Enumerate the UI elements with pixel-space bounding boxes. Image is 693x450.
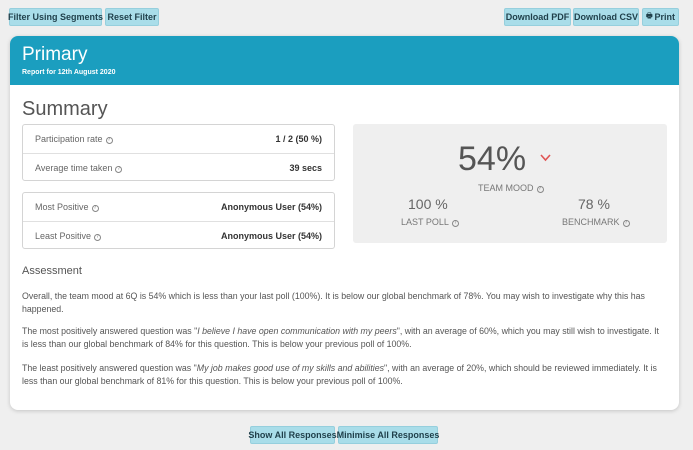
show-all-responses-button[interactable]: Show All Responses [248,426,337,444]
least-positive-label: Least Positive [35,231,92,241]
assessment-title: Assessment [22,265,82,277]
participation-label: Participation rate [35,134,103,144]
report-card: Primary Report for 12th August 2020 Summ… [10,36,679,410]
info-icon[interactable]: ? [536,186,544,193]
assessment-paragraph: The least positively answered question w… [22,363,657,386]
team-mood-panel: 54% TEAM MOOD? 100 % LAST POLL? 78 % BEN… [353,124,667,243]
info-icon[interactable]: ? [105,137,113,144]
print-button[interactable]: 🖶 Print [642,8,679,26]
team-mood-label-wrap: TEAM MOOD? [478,183,544,193]
print-label: Print [654,12,676,22]
participation-value: 1 / 2 (50 %) [275,134,322,144]
least-positive-value: Anonymous User (54%) [220,231,322,241]
filter-using-segments-button[interactable]: Filter Using Segments [8,8,103,26]
minimise-all-responses-button[interactable]: Minimise All Responses [337,426,439,444]
avg-time-value: 39 secs [289,163,322,173]
report-subtitle: Report for 12th August 2020 [22,69,116,76]
print-icon: 🖶 [645,12,653,20]
download-csv-button[interactable]: Download CSV [573,8,639,26]
most-positive-value: Anonymous User (54%) [220,202,322,212]
report-header: Primary Report for 12th August 2020 [10,36,679,85]
benchmark-label: BENCHMARK [562,217,620,227]
avg-time-label: Average time taken [35,163,113,173]
most-positive-row: Most Positive? Anonymous User (54%) [23,193,334,221]
info-icon[interactable]: ? [91,205,99,212]
team-mood-value: 54% [458,140,527,178]
participation-box: Participation rate? 1 / 2 (50 %) Average… [22,124,335,181]
most-positive-label: Most Positive [35,202,89,212]
last-poll-label: LAST POLL [401,217,449,227]
least-positive-row: Least Positive? Anonymous User (54%) [23,222,334,250]
download-pdf-button[interactable]: Download PDF [504,8,571,26]
question-quote: My job makes good use of my skills and a… [196,363,385,373]
assessment-paragraph: The most positively answered question wa… [22,326,660,349]
trend-down-icon [540,154,551,162]
last-poll-label-wrap: LAST POLL? [401,217,459,227]
positivity-box: Most Positive? Anonymous User (54%) Leas… [22,192,335,249]
info-icon[interactable]: ? [115,166,123,173]
benchmark-value: 78 % [578,196,610,212]
team-mood-label: TEAM MOOD [478,183,534,193]
last-poll-value: 100 % [408,196,448,212]
participation-row: Participation rate? 1 / 2 (50 %) [23,125,334,153]
info-icon[interactable]: ? [622,220,630,227]
info-icon[interactable]: ? [451,220,459,227]
summary-title: Summary [22,98,108,120]
benchmark-label-wrap: BENCHMARK? [562,217,630,227]
info-icon[interactable]: ? [94,234,102,241]
report-title: Primary [22,44,88,65]
reset-filter-button[interactable]: Reset Filter [105,8,159,26]
assessment-paragraph: Overall, the team mood at 6Q is 54% whic… [22,291,645,314]
question-quote: I believe I have open communication with… [197,326,397,336]
avg-time-row: Average time taken? 39 secs [23,154,334,182]
